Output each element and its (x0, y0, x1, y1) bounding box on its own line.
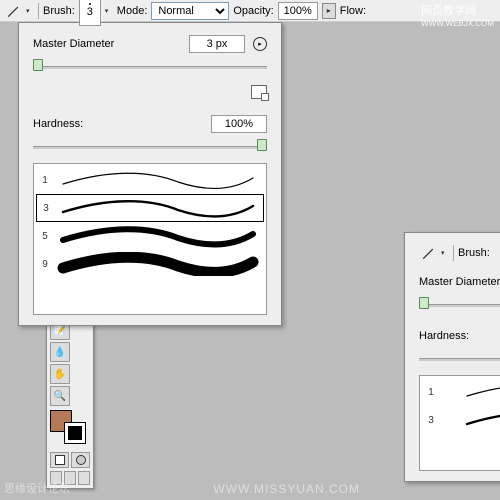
hand-tool[interactable]: ✋ (50, 364, 70, 384)
opacity-label: Opacity: (233, 5, 273, 17)
brush-size-number: 5 (40, 231, 50, 242)
diameter-slider-thumb[interactable] (33, 59, 43, 71)
tool-preset-arrow-icon-2[interactable]: ▾ (441, 249, 449, 257)
brush-picker-panel: Master Diameter ▸ Hardness: 1 3 5 9 (18, 22, 282, 326)
brush-dot-icon (89, 3, 91, 5)
zoom-tool[interactable]: 🔍 (50, 386, 70, 406)
standard-mode-button[interactable] (50, 452, 69, 468)
brush-size-number: 3 (41, 203, 51, 214)
hardness-slider[interactable] (33, 139, 267, 153)
brush-stroke-preview (56, 224, 260, 248)
divider (453, 245, 454, 261)
brush-picker-panel-secondary: ▾ Brush: Master Diameter Hardness: 13 (404, 232, 500, 482)
hardness-slider-thumb[interactable] (257, 139, 267, 151)
mode-select[interactable]: Normal (151, 2, 229, 20)
screen-mode-full[interactable] (78, 471, 90, 485)
brush-size-number: 3 (426, 415, 436, 426)
hardness-label-2: Hardness: (419, 330, 469, 342)
brush-stroke-list: 1 3 5 9 (33, 163, 267, 315)
brush-row[interactable]: 3 (36, 194, 264, 222)
brush-label: Brush: (43, 5, 75, 17)
hardness-input[interactable] (211, 115, 267, 133)
tool-palette: 📝 💧 ✋ 🔍 (46, 316, 94, 489)
brush-picker-arrow-icon[interactable]: ▾ (105, 7, 113, 15)
background-color-swatch[interactable] (64, 422, 86, 444)
brush-row[interactable]: 5 (36, 222, 264, 250)
diameter-slider[interactable] (33, 59, 267, 73)
diameter-slider-thumb-2[interactable] (419, 297, 429, 309)
master-diameter-input[interactable] (189, 35, 245, 53)
divider (38, 3, 39, 19)
watermark-top-url: WWW.WEBJX.COM (421, 19, 494, 28)
brush-stroke-preview (57, 196, 259, 220)
panel-menu-button[interactable]: ▸ (253, 37, 267, 51)
brush-stroke-preview (442, 380, 500, 404)
mode-label: Mode: (117, 5, 148, 17)
opacity-input[interactable] (278, 2, 318, 20)
master-diameter-label-2: Master Diameter (419, 276, 500, 288)
diameter-slider-2[interactable] (419, 297, 500, 311)
brush-row[interactable]: 1 (36, 166, 264, 194)
brush-row[interactable]: 3 (422, 406, 500, 434)
tool-preset-button-2[interactable] (419, 244, 437, 262)
master-diameter-label: Master Diameter (33, 38, 114, 50)
hardness-label: Hardness: (33, 118, 83, 130)
brush-size-number: 1 (40, 175, 50, 186)
tool-preset-button[interactable] (4, 2, 22, 20)
watermark-bottom: WWW.MISSYUAN.COM (213, 482, 360, 496)
brush-size-number: 1 (426, 387, 436, 398)
watermark-left: 思缘设计论坛 (4, 480, 70, 496)
brush-icon (421, 246, 435, 260)
brush-stroke-preview (442, 408, 500, 432)
eyedropper-tool[interactable]: 💧 (50, 342, 70, 362)
brush-size-value: 3 (87, 7, 93, 18)
brush-row[interactable]: 9 (36, 250, 264, 278)
hardness-slider-2[interactable] (419, 351, 500, 365)
opacity-flyout-button[interactable] (322, 3, 336, 19)
brush-stroke-preview (56, 252, 260, 276)
brush-preset-picker[interactable]: 3 (79, 0, 101, 26)
watermark-top-text: 网页教学网 (421, 5, 476, 17)
brush-row[interactable]: 1 (422, 378, 500, 406)
brush-stroke-preview (56, 168, 260, 192)
flow-label: Flow: (340, 5, 366, 17)
brush-icon (6, 4, 20, 18)
new-preset-button[interactable] (251, 85, 267, 99)
brush-stroke-list-2: 13 (419, 375, 500, 471)
quickmask-mode-button[interactable] (71, 452, 90, 468)
brush-size-number: 9 (40, 259, 50, 270)
brush-label-2: Brush: (458, 247, 490, 259)
tool-preset-arrow-icon[interactable]: ▾ (26, 7, 34, 15)
